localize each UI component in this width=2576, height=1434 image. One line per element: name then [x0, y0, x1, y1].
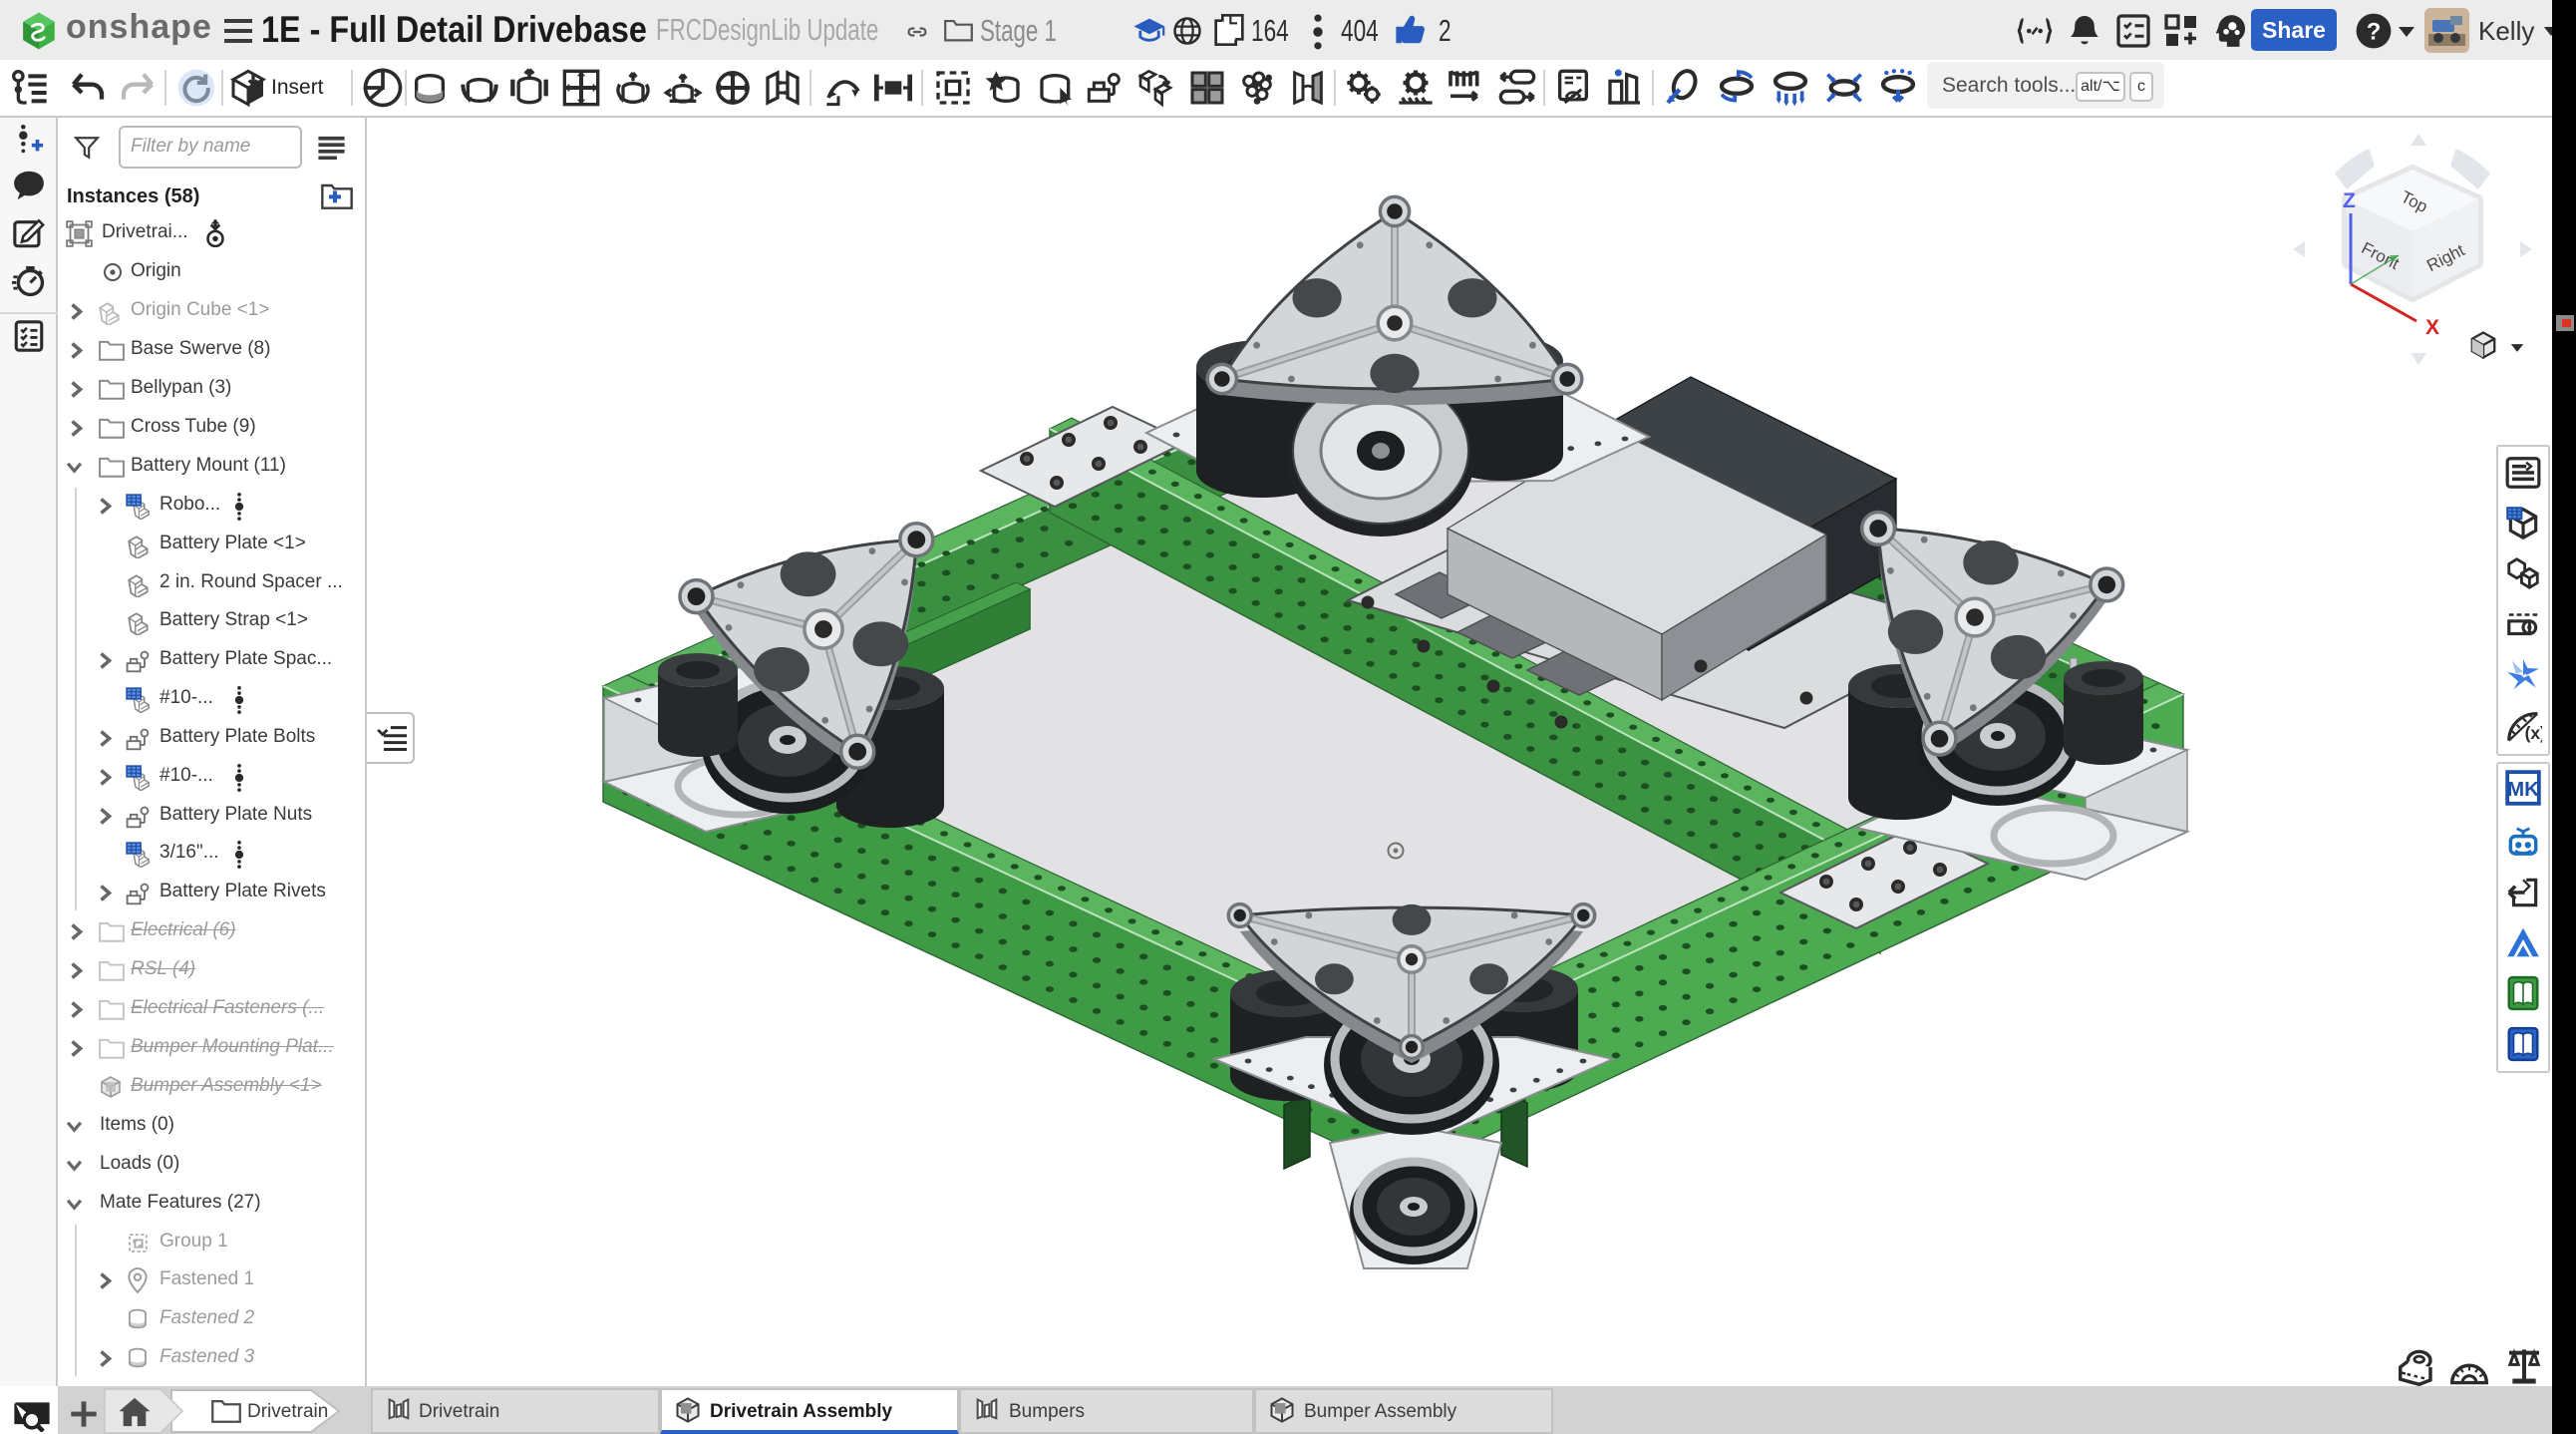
svg-text:?: ?: [2367, 19, 2382, 46]
svg-text:(x): (x): [2525, 723, 2542, 743]
svg-text:MK: MK: [2507, 778, 2539, 801]
svg-text:Z: Z: [2343, 189, 2356, 212]
svg-text:X: X: [2425, 316, 2439, 339]
